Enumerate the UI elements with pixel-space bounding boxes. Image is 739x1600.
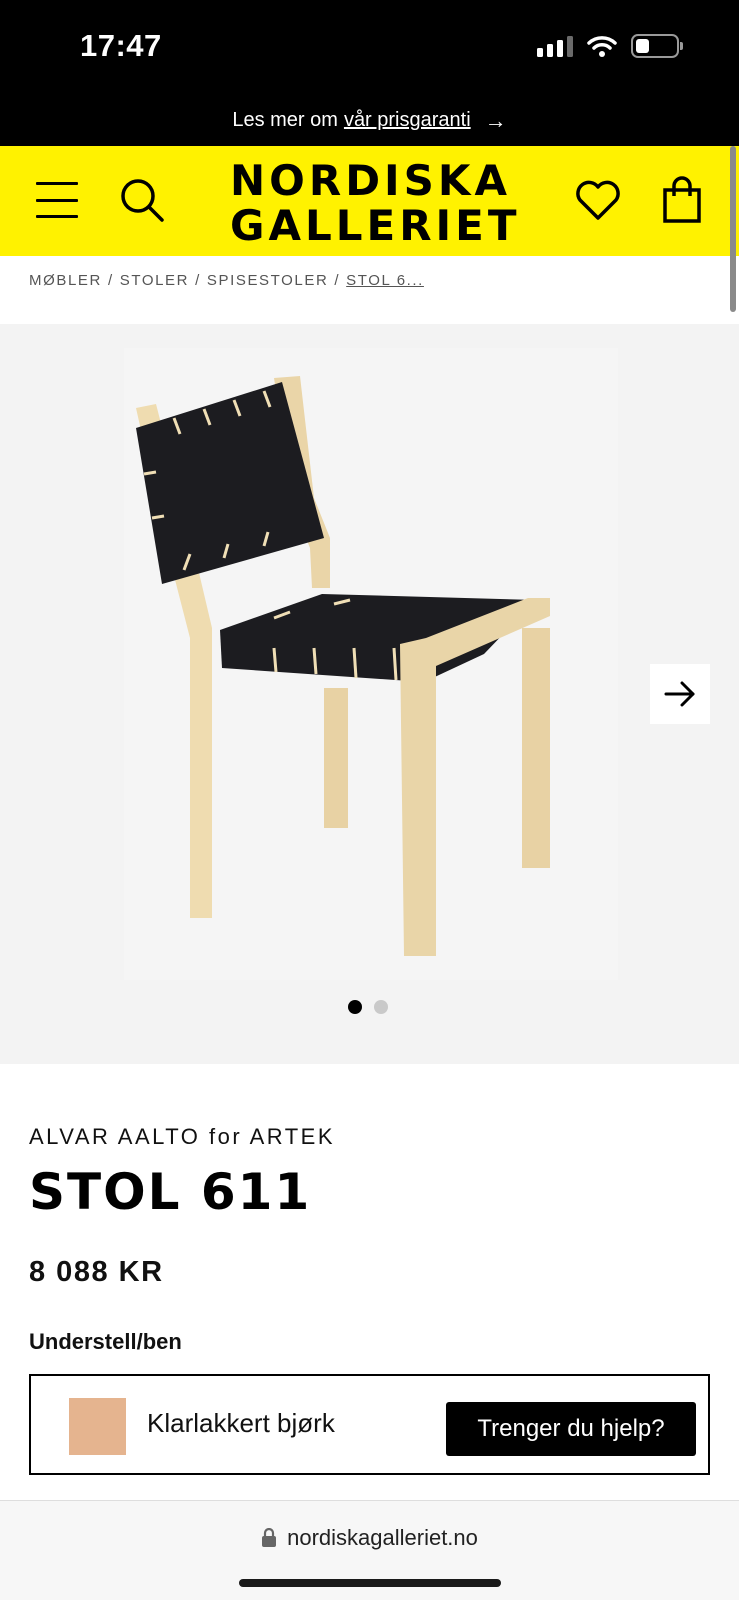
breadcrumb: MØBLER / STOLER / SPISESTOLER / STOL 6... bbox=[29, 272, 424, 289]
breadcrumb-separator: / bbox=[107, 272, 114, 289]
heart-icon[interactable] bbox=[574, 178, 622, 222]
price-guarantee-link[interactable]: vår prisgaranti bbox=[344, 109, 471, 132]
lock-icon bbox=[262, 1528, 277, 1547]
arrow-right-icon bbox=[664, 681, 695, 707]
pagination-dot[interactable] bbox=[374, 1000, 388, 1014]
product-price: 8 088 KR bbox=[29, 1256, 164, 1288]
home-indicator[interactable] bbox=[239, 1579, 501, 1587]
breadcrumb-separator: / bbox=[334, 272, 341, 289]
site-logo[interactable]: NORDISKA GALLERIET bbox=[230, 156, 521, 250]
site-header: NORDISKA GALLERIET bbox=[0, 146, 739, 256]
promo-prefix: Les mer om bbox=[232, 109, 338, 131]
arrow-right-icon: → bbox=[484, 107, 507, 133]
breadcrumb-separator: / bbox=[195, 272, 201, 289]
option-value: Klarlakkert bjørk bbox=[147, 1408, 335, 1438]
gallery-pagination bbox=[348, 1000, 388, 1014]
breadcrumb-current[interactable]: STOL 6... bbox=[346, 272, 424, 289]
browser-address-bar[interactable]: nordiskagalleriet.no bbox=[0, 1500, 739, 1600]
status-time: 17:47 bbox=[80, 28, 162, 63]
url-display[interactable]: nordiskagalleriet.no bbox=[0, 1525, 739, 1551]
help-button[interactable]: Trenger du hjelp? bbox=[446, 1402, 696, 1456]
breadcrumb-item-mobler[interactable]: MØBLER bbox=[29, 272, 102, 289]
color-swatch bbox=[69, 1398, 126, 1455]
option-label: Understell/ben bbox=[29, 1329, 182, 1354]
next-image-button[interactable] bbox=[650, 664, 710, 724]
product-brand[interactable]: ALVAR AALTO for ARTEK bbox=[29, 1124, 335, 1150]
product-gallery[interactable] bbox=[0, 324, 739, 1064]
logo-line-2: GALLERIET bbox=[230, 201, 521, 250]
menu-icon[interactable] bbox=[36, 182, 78, 218]
battery-icon bbox=[631, 34, 683, 58]
breadcrumb-item-stoler[interactable]: STOLER bbox=[120, 272, 189, 289]
promo-bar[interactable]: Les mer om vår prisgaranti → bbox=[0, 95, 739, 146]
wifi-icon bbox=[587, 36, 617, 57]
product-image[interactable] bbox=[124, 348, 618, 980]
scrollbar[interactable] bbox=[730, 146, 736, 312]
status-bar: 17:47 bbox=[0, 0, 739, 95]
search-icon[interactable] bbox=[118, 176, 166, 224]
pagination-dot-active[interactable] bbox=[348, 1000, 362, 1014]
shopping-bag-icon[interactable] bbox=[662, 176, 702, 224]
signal-icon bbox=[537, 35, 573, 57]
status-icons bbox=[537, 34, 683, 58]
logo-line-1: NORDISKA bbox=[230, 156, 511, 205]
breadcrumb-item-spisestoler[interactable]: SPISESTOLER bbox=[207, 272, 329, 289]
chair-illustration bbox=[136, 376, 550, 956]
url-text: nordiskagalleriet.no bbox=[287, 1525, 478, 1550]
product-title: STOL 611 bbox=[29, 1163, 312, 1221]
